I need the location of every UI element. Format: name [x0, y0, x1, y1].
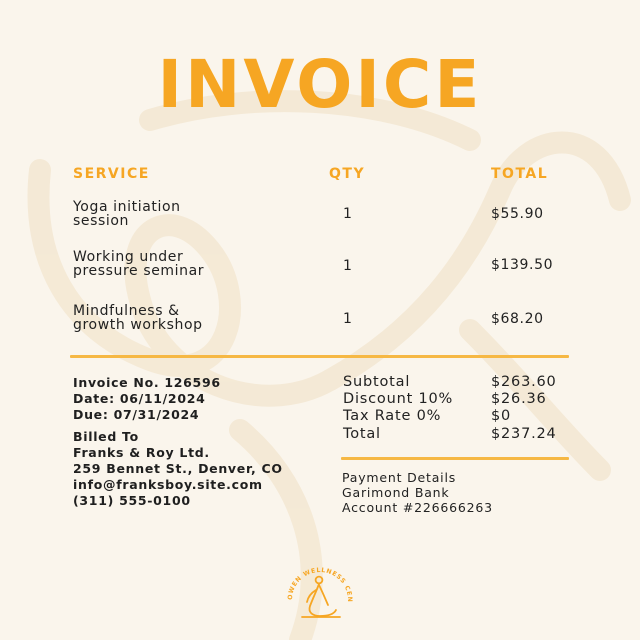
billed-to-name: Franks & Roy Ltd.	[73, 445, 210, 460]
billed-to-email: info@franksboy.site.com	[73, 477, 263, 492]
line-item-qty: 1	[343, 311, 353, 327]
invoice-info: Invoice No. 126596 Date: 06/11/2024 Due:…	[73, 375, 221, 423]
billed-to-address: 259 Bennet St., Denver, CO	[73, 461, 283, 476]
column-header-qty: QTY	[329, 166, 366, 182]
billed-to-phone: (311) 555-0100	[73, 493, 191, 508]
payment-account: Account #226666263	[342, 500, 493, 515]
wellness-center-logo: OWEN WELLNESS CENTER	[278, 558, 352, 618]
payment-heading: Payment Details	[342, 470, 457, 485]
invoice-number: Invoice No. 126596	[73, 375, 221, 390]
discount-value: $26.36	[491, 391, 547, 407]
discount-label: Discount 10%	[343, 391, 454, 407]
column-header-service: SERVICE	[73, 166, 150, 182]
billed-to-block: Billed To Franks & Roy Ltd. 259 Bennet S…	[73, 429, 283, 509]
items-divider	[70, 355, 569, 358]
line-item-qty: 1	[343, 206, 353, 222]
invoice-date: Date: 06/11/2024	[73, 391, 206, 406]
subtotal-value: $263.60	[491, 374, 557, 390]
tax-label: Tax Rate 0%	[343, 408, 442, 424]
payment-details: Payment Details Garimond Bank Account #2…	[342, 470, 493, 515]
subtotal-label: Subtotal	[343, 374, 411, 390]
line-item-qty: 1	[343, 258, 353, 274]
column-header-total: TOTAL	[491, 166, 549, 182]
line-item-description: Yoga initiation session	[73, 199, 181, 229]
payment-bank: Garimond Bank	[342, 485, 450, 500]
line-item-total: $55.90	[491, 206, 544, 222]
line-item-total: $139.50	[491, 257, 554, 273]
line-item-description: Mindfulness & growth workshop	[73, 303, 203, 333]
billed-to-heading: Billed To	[73, 429, 139, 444]
tax-value: $0	[491, 408, 512, 424]
invoice-title: INVOICE	[157, 46, 483, 123]
total-label: Total	[343, 426, 381, 442]
line-item-description: Working under pressure seminar	[73, 249, 205, 279]
line-item-total: $68.20	[491, 311, 544, 327]
invoice-due-date: Due: 07/31/2024	[73, 407, 200, 422]
summary-divider	[341, 457, 569, 460]
total-value: $237.24	[491, 426, 557, 442]
